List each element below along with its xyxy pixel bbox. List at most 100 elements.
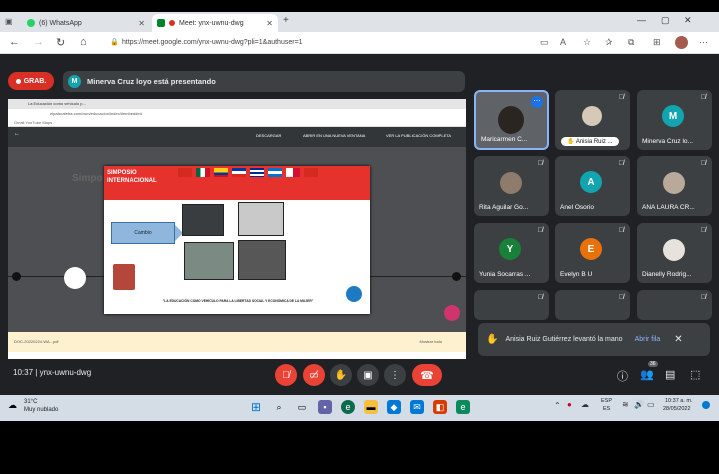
chat-icon[interactable]: ▤ — [665, 368, 675, 381]
volume-icon[interactable]: 🔊 — [634, 400, 644, 409]
tab-whatsapp[interactable]: (6) WhatsApp ✕ — [22, 14, 150, 32]
task-view-icon[interactable]: ▭ — [295, 400, 309, 414]
reload-icon[interactable]: ↻ — [56, 36, 65, 49]
camera-toggle-button[interactable]: ▭̸ — [303, 364, 325, 386]
url-field[interactable]: 🔒 https://meet.google.com/ynx-uwnu-dwg?p… — [108, 36, 532, 50]
new-tab-button[interactable]: + — [283, 15, 289, 26]
participant-photo — [498, 106, 524, 134]
file-explorer-icon[interactable]: ▬ — [364, 400, 378, 414]
participant-name: ANA LAURA CR... — [642, 204, 695, 211]
lang-2: ES — [603, 406, 611, 412]
browser-tab-strip: ▣ (6) WhatsApp ✕ Meet: ynx-uwnu-dwg ✕ + … — [0, 12, 719, 32]
presenting-text: Minerva Cruz loyo está presentando — [87, 77, 216, 86]
home-icon[interactable]: ⌂ — [80, 36, 87, 48]
mic-off-icon: 🎙̸ — [618, 94, 624, 101]
url-text: https://meet.google.com/ynx-uwnu-dwg?pli… — [122, 39, 303, 46]
participant-tile[interactable]: 🎙̸ Dianelly Rodrig... — [637, 223, 712, 283]
edge-active-icon[interactable]: e — [456, 400, 470, 414]
close-tab-icon[interactable]: ✕ — [138, 19, 145, 28]
participant-photo — [663, 172, 685, 194]
open-queue-link[interactable]: Abrir fila — [635, 336, 661, 343]
participant-tile[interactable]: 🎙̸ — [637, 290, 712, 320]
wifi-icon[interactable]: ≋ — [622, 400, 629, 409]
participant-tile[interactable]: 🎙̸ ✋ Anisia Ruiz ... — [555, 90, 630, 150]
participant-tile[interactable]: 🎙̸ Rita Aguilar Go... — [474, 156, 549, 216]
onedrive-icon[interactable]: ☁ — [581, 400, 589, 409]
raise-hand-button[interactable]: ✋ — [330, 364, 352, 386]
mic-off-icon: 🎙̸ — [618, 294, 624, 301]
settings-menu-icon[interactable]: ⋯ — [699, 37, 708, 48]
shared-viewer-toolbar: ← DESCARGAR ABRIR EN UNA NUEVA VENTANA V… — [8, 127, 466, 147]
shared-back-icon: ← — [14, 131, 20, 137]
recording-badge[interactable]: GRAB. — [8, 72, 54, 90]
antivirus-icon[interactable]: ● — [567, 400, 572, 409]
more-options-icon[interactable]: ⋯ — [531, 96, 543, 108]
present-button[interactable]: ▣ — [357, 364, 379, 386]
banner-logo-icon — [346, 286, 362, 302]
weather-icon[interactable]: ☁ — [8, 400, 17, 411]
camera-icon[interactable]: ▭ — [540, 37, 549, 48]
shared-screen: La Educación como vehículo p... elpaisca… — [8, 99, 466, 362]
dropbox-icon[interactable]: ◆ — [387, 400, 401, 414]
read-aloud-icon[interactable]: A — [560, 37, 566, 47]
clock-date: 28/05/2022 — [663, 406, 691, 412]
participant-tile[interactable]: ⋯ Maricarmen C... — [474, 90, 549, 150]
cambio-arrow: Cambio — [111, 222, 175, 244]
collections-icon[interactable]: ⧉ — [628, 37, 634, 48]
mic-off-icon: 🎙̸ — [537, 160, 543, 167]
photo-3 — [184, 242, 234, 280]
minimize-icon[interactable]: — — [637, 15, 646, 25]
more-options-button[interactable]: ⋮ — [384, 364, 406, 386]
mic-toggle-button[interactable]: 🎙̸ — [275, 364, 297, 386]
download-show-all: Mostrar todo — [419, 339, 442, 344]
shared-download: DESCARGAR — [256, 133, 282, 138]
close-window-icon[interactable]: ✕ — [684, 15, 692, 26]
favorites-bar-icon[interactable]: ✰ — [605, 37, 613, 48]
meeting-info: 10:37 | ynx-uwnu-dwg — [13, 368, 92, 377]
teams-icon[interactable]: ▪ — [318, 400, 332, 414]
participant-tile[interactable]: 🎙̸ E Evelyn B U — [555, 223, 630, 283]
edge-icon[interactable]: e — [341, 400, 355, 414]
tab-meet[interactable]: Meet: ynx-uwnu-dwg ✕ — [152, 14, 278, 32]
tab-meet-label: Meet: ynx-uwnu-dwg — [179, 19, 244, 27]
forward-icon[interactable]: → — [33, 36, 44, 48]
mail-icon[interactable]: ✉ — [410, 400, 424, 414]
participant-name: Evelyn B U — [560, 271, 593, 278]
end-call-button[interactable]: ☎ — [412, 364, 442, 386]
participant-tile[interactable]: 🎙̸ — [555, 290, 630, 320]
lang-1: ESP — [601, 398, 613, 404]
participant-tile[interactable]: 🎙̸ ANA LAURA CR... — [637, 156, 712, 216]
extensions-icon[interactable]: ⊞ — [653, 37, 661, 48]
meeting-details-icon[interactable]: ⓘ — [617, 368, 628, 384]
maximize-icon[interactable]: ▢ — [661, 15, 670, 26]
close-tab-icon[interactable]: ✕ — [266, 19, 273, 28]
show-hidden-icons[interactable]: ⌃ — [554, 401, 561, 410]
participant-photo — [582, 106, 602, 126]
photo-1 — [182, 204, 224, 236]
activities-icon[interactable]: ⬚ — [690, 368, 700, 381]
download-file: DOC-20220224-WA...pdf — [14, 339, 59, 344]
tab-actions-icon[interactable]: ▣ — [5, 17, 13, 26]
participant-tile[interactable]: 🎙̸ A Anel Osorio — [555, 156, 630, 216]
back-icon[interactable]: ← — [9, 36, 20, 48]
participant-tile[interactable]: 🎙̸ — [474, 290, 549, 320]
shared-tab-strip: La Educación como vehículo p... — [8, 99, 466, 109]
start-icon[interactable]: ⊞ — [249, 400, 263, 414]
search-icon[interactable]: ⌕ — [272, 400, 286, 414]
photo-4 — [238, 240, 286, 280]
participant-tile[interactable]: 🎙̸ Y Yunia Socarras ... — [474, 223, 549, 283]
mic-off-icon: 🎙̸ — [618, 227, 624, 234]
people-icon[interactable]: 👥 — [640, 368, 654, 381]
profile-avatar[interactable] — [675, 36, 688, 49]
notification-center-icon[interactable] — [702, 401, 710, 409]
clock-time: 10:37 a. m. — [665, 398, 693, 404]
prev-page-icon — [12, 272, 21, 281]
shared-url: elpaiscaletra.com/csm/educacion/index/#e… — [50, 111, 142, 116]
favorite-icon[interactable]: ☆ — [583, 37, 591, 48]
battery-icon[interactable]: ▭ — [647, 400, 655, 409]
record-dot-icon — [15, 78, 21, 84]
close-notification-icon[interactable]: ✕ — [674, 334, 682, 345]
office-icon[interactable]: ◧ — [433, 400, 447, 414]
bg-partial-title: Simpo — [72, 173, 103, 184]
participant-tile[interactable]: 🎙̸ M Minerva Cruz lo... — [637, 90, 712, 150]
